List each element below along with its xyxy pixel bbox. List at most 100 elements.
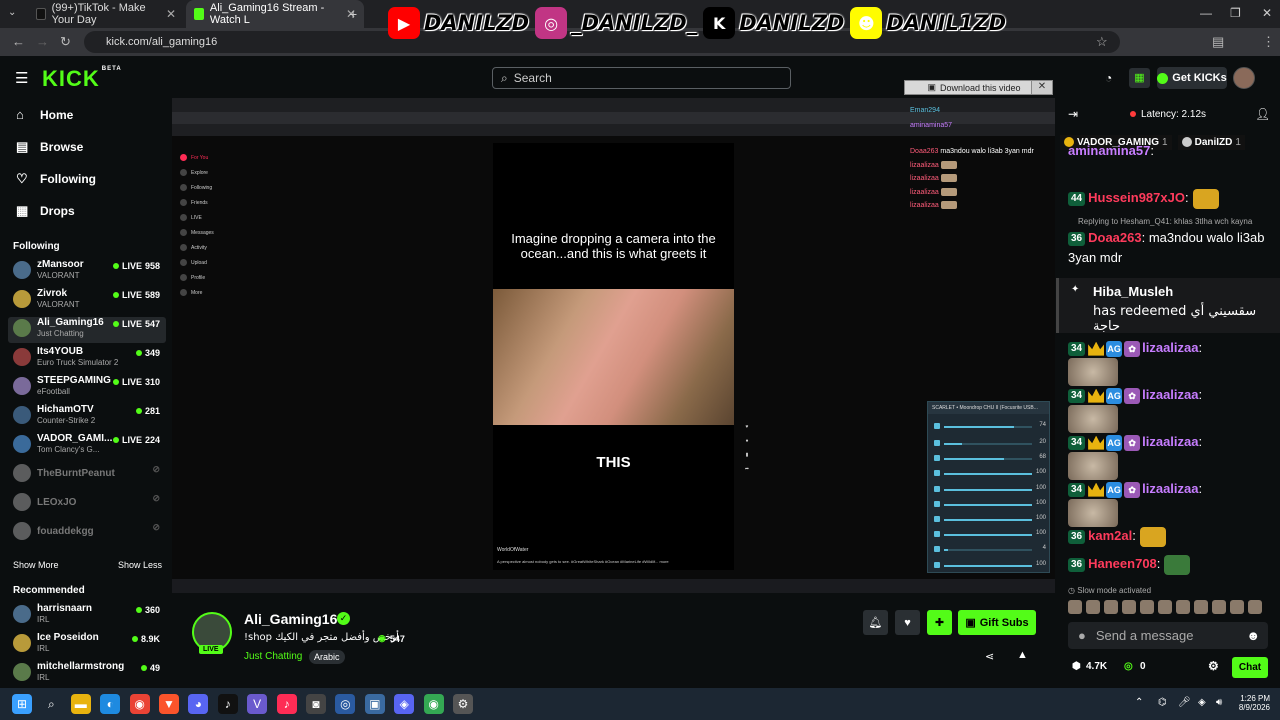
chat-username[interactable]: lizaalizaa xyxy=(1142,434,1198,449)
kick-logo[interactable]: KICK BETA xyxy=(42,66,122,92)
tray-chevron-icon[interactable]: ⌃ xyxy=(1135,697,1143,708)
sidebar-nav-drops[interactable]: ▦ Drops xyxy=(16,203,75,219)
avatar[interactable] xyxy=(1140,600,1154,614)
streamer-name[interactable]: Ali_Gaming16 xyxy=(244,611,337,627)
sidebar-channel-item[interactable]: TheBurntPeanut ⊘ xyxy=(8,462,166,488)
sidebar-channel-item[interactable]: Zivrok VALORANT LIVE 589 xyxy=(8,288,166,314)
tiktok-icon[interactable]: ♪ xyxy=(217,694,238,714)
tiktok-live-icon[interactable]: ♪ xyxy=(276,694,297,714)
plus-icon: ✚ xyxy=(934,617,945,629)
file-explorer-icon[interactable]: ▬ xyxy=(70,694,91,714)
clips-icon[interactable]: ▦ xyxy=(1129,68,1150,88)
sidebar-channel-item[interactable]: mitchellarmstrong IRL 49 xyxy=(8,661,166,687)
close-window-icon[interactable]: ✕ xyxy=(1262,6,1272,20)
discord-icon[interactable]: ◕ xyxy=(188,694,209,714)
sidebar-channel-item[interactable]: STEEPGAMING eFootball LIVE 310 xyxy=(8,375,166,401)
reload-icon[interactable]: ↻ xyxy=(60,34,71,50)
search-icon[interactable]: ⌕ xyxy=(41,694,61,714)
avatar[interactable] xyxy=(1068,600,1082,614)
avatar[interactable] xyxy=(1158,600,1172,614)
chat-users-icon[interactable]: 👤︎ xyxy=(1255,107,1270,121)
brave-icon[interactable]: ▼ xyxy=(159,694,179,714)
avatar[interactable] xyxy=(1086,600,1100,614)
system-clock[interactable]: 1:26 PM 8/9/2026 xyxy=(1226,694,1270,712)
avatar[interactable] xyxy=(1194,600,1208,614)
mic-icon[interactable]: 🎤︎ xyxy=(1178,697,1191,708)
new-tab-icon[interactable]: + xyxy=(349,6,357,22)
sidebar-channel-item[interactable]: HichamOTV Counter-Strike 2 281 xyxy=(8,404,166,430)
chat-settings-icon[interactable]: ⚙ xyxy=(1208,659,1219,673)
report-icon[interactable]: ▲ xyxy=(1017,649,1028,661)
avatar[interactable] xyxy=(1230,600,1244,614)
network-icon[interactable]: ⌬ xyxy=(1158,697,1167,708)
subscribe-button[interactable]: ✚ xyxy=(927,610,952,635)
chat-username[interactable]: lizaalizaa xyxy=(1142,481,1198,496)
sidebar-channel-item[interactable]: Its4YOUB Euro Truck Simulator 2 349 xyxy=(8,346,166,372)
stream-tag[interactable]: Arabic xyxy=(309,650,345,664)
gift-subs-button[interactable]: ▣ Gift Subs xyxy=(958,610,1036,635)
sidebar-channel-item[interactable]: fouaddekgg ⊘ xyxy=(8,520,166,546)
sidebar-channel-item[interactable]: harrisnaarn IRL 360 xyxy=(8,603,166,629)
tab-kick-stream[interactable]: Ali_Gaming16 Stream - Watch L ✕ xyxy=(186,0,364,28)
search-input[interactable]: ⌕ Search xyxy=(492,67,791,89)
sidebar-nav-following[interactable]: ♡ Following xyxy=(16,171,96,187)
app-icon[interactable]: ▣ xyxy=(364,694,385,714)
sidebar-channel-item[interactable]: zMansoor VALORANT LIVE 958 xyxy=(8,259,166,285)
avatar[interactable] xyxy=(1104,600,1118,614)
bookmark-star-icon[interactable]: ☆ xyxy=(1096,34,1108,50)
stream-category[interactable]: Just Chatting xyxy=(244,651,302,662)
emote-picker-icon[interactable]: ☻ xyxy=(1246,628,1260,643)
tab-search-icon[interactable]: ⌄ xyxy=(8,7,16,18)
chrome-icon[interactable]: ◉ xyxy=(129,694,150,714)
follow-heart-button[interactable]: ♥ xyxy=(895,610,920,635)
tab-tiktok[interactable]: (99+)TikTok - Make Your Day ✕ xyxy=(28,0,184,28)
chat-username[interactable]: kam2al xyxy=(1088,528,1132,543)
download-video-button[interactable]: ▣ Download this video xyxy=(904,80,1044,95)
avatar[interactable] xyxy=(1212,600,1226,614)
hamburger-menu-icon[interactable]: ☰ xyxy=(15,69,28,87)
gamepad-icon[interactable]: ◈ xyxy=(394,694,415,714)
sidebar-channel-item[interactable]: VADOR_GAMI... Tom Clancy's G... LIVE 224 xyxy=(8,433,166,459)
maximize-icon[interactable]: ❐ xyxy=(1230,6,1241,20)
camera-icon[interactable]: ◙ xyxy=(306,694,326,714)
user-avatar[interactable] xyxy=(1233,67,1255,89)
minimize-icon[interactable]: — xyxy=(1200,6,1212,20)
send-chat-button[interactable]: Chat xyxy=(1232,657,1268,678)
sidebar-nav-browse[interactable]: ▤ Browse xyxy=(16,139,83,155)
forward-icon[interactable]: → xyxy=(36,34,49,49)
sidebar-channel-item[interactable]: Ice Poseidon IRL 8.9K xyxy=(8,632,166,658)
chat-username[interactable]: lizaalizaa xyxy=(1142,387,1198,402)
settings-icon[interactable]: ⚙ xyxy=(453,694,473,714)
sidebar-channel-item[interactable]: Ali_Gaming16 Just Chatting LIVE 547 xyxy=(8,317,166,343)
menu-dots-icon[interactable]: ⋮ xyxy=(1262,34,1275,50)
activity-icon[interactable]: ◔ xyxy=(1105,71,1112,85)
avatar[interactable] xyxy=(1248,600,1262,614)
show-less-button[interactable]: Show Less xyxy=(118,560,162,570)
share-icon[interactable]: ⋖ xyxy=(985,650,994,663)
obs-icon[interactable]: ◎ xyxy=(335,694,356,714)
chrome-alt-icon[interactable]: ◉ xyxy=(423,694,444,714)
chat-message-input[interactable]: ● Send a message ☻ xyxy=(1068,622,1268,649)
close-download-icon[interactable]: ✕ xyxy=(1031,80,1053,95)
chat-username[interactable]: lizaalizaa xyxy=(1142,340,1198,355)
chat-username[interactable]: Haneen708 xyxy=(1088,556,1157,571)
channel-category: IRL xyxy=(37,673,50,682)
volume-icon[interactable]: 🔊︎ xyxy=(1216,697,1222,708)
extensions-icon[interactable]: ▤ xyxy=(1212,34,1224,50)
avatar[interactable] xyxy=(1176,600,1190,614)
close-tab-icon[interactable]: ✕ xyxy=(166,7,176,21)
sidebar-nav-home[interactable]: ⌂ Home xyxy=(16,107,73,122)
show-more-button[interactable]: Show More xyxy=(13,560,59,570)
sidebar-channel-item[interactable]: LEOxJO ⊘ xyxy=(8,491,166,517)
chat-username[interactable]: Doaa263 xyxy=(1088,230,1141,245)
chat-username[interactable]: Hussein987xJO xyxy=(1088,190,1185,205)
wifi-icon[interactable]: ◈ xyxy=(1198,697,1206,708)
windows-start-icon[interactable]: ⊞ xyxy=(12,694,32,714)
avatar[interactable] xyxy=(1122,600,1136,614)
notification-bell-button[interactable]: 🔔︎ xyxy=(863,610,888,635)
chat-username[interactable]: aminamina57 xyxy=(1068,143,1150,158)
edge-icon[interactable]: ◐ xyxy=(100,694,121,714)
vencord-icon[interactable]: V xyxy=(247,694,268,714)
get-kicks-button[interactable]: Get KICKs xyxy=(1157,67,1227,89)
back-icon[interactable]: ← xyxy=(12,34,25,49)
